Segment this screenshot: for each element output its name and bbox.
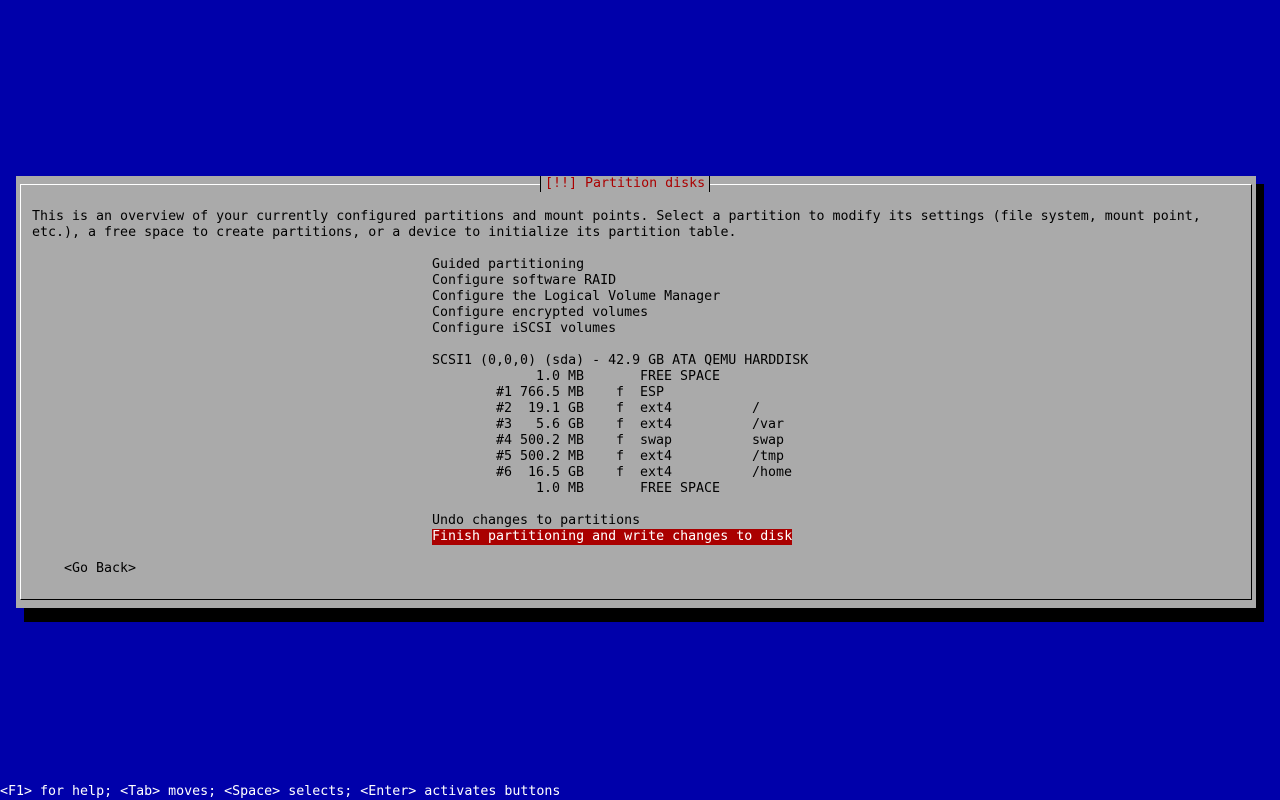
partition-mount-point: swap bbox=[752, 433, 785, 448]
partition-number: #4 bbox=[495, 433, 512, 448]
help-line: <F1> for help; <Tab> moves; <Space> sele… bbox=[0, 784, 561, 799]
menu-item-configure-iscsi[interactable]: Configure iSCSI volumes bbox=[432, 321, 832, 337]
partition-flag: f bbox=[615, 385, 624, 400]
partition-row[interactable]: 1.0 MB FREE SPACE bbox=[432, 369, 832, 385]
partition-filesystem: swap bbox=[640, 433, 673, 448]
partition-filesystem: ext4 bbox=[640, 401, 673, 416]
partition-size: 19.1 GB bbox=[527, 401, 584, 416]
partition-row[interactable]: #5 500.2 MB f ext4/tmp bbox=[432, 449, 832, 465]
partition-mount-point: /home bbox=[752, 465, 793, 480]
partition-flag: f bbox=[615, 465, 624, 480]
partition-mount-point: /var bbox=[752, 417, 785, 432]
partition-size: 766.5 MB bbox=[519, 385, 584, 400]
menu-item-disk-sda[interactable]: SCSI1 (0,0,0) (sda) - 42.9 GB ATA QEMU H… bbox=[432, 353, 832, 369]
partition-filesystem: FREE SPACE bbox=[640, 369, 721, 384]
menu-item-configure-raid[interactable]: Configure software RAID bbox=[432, 273, 832, 289]
partition-size: 5.6 GB bbox=[535, 417, 584, 432]
menu-item-configure-encrypted[interactable]: Configure encrypted volumes bbox=[432, 305, 832, 321]
partition-number: #6 bbox=[495, 465, 512, 480]
partition-row[interactable]: #1 766.5 MB f ESP bbox=[432, 385, 832, 401]
go-back-button[interactable]: <Go Back> bbox=[64, 561, 136, 577]
partition-row[interactable]: #4 500.2 MB f swap swap bbox=[432, 433, 832, 449]
intro-text: This is an overview of your currently co… bbox=[32, 209, 1201, 240]
partition-number: #1 bbox=[495, 385, 512, 400]
menu-item-undo-changes[interactable]: Undo changes to partitions bbox=[432, 513, 832, 529]
partition-row[interactable]: #2 19.1 GB f ext4 / bbox=[432, 401, 832, 417]
menu-spacer bbox=[432, 337, 832, 353]
partition-filesystem: ext4 bbox=[640, 465, 673, 480]
partition-row[interactable]: 1.0 MB FREE SPACE bbox=[432, 481, 832, 497]
partition-filesystem: ext4 bbox=[640, 449, 673, 464]
partition-number: #3 bbox=[495, 417, 512, 432]
partition-filesystem: ESP bbox=[640, 385, 665, 400]
menu-spacer bbox=[432, 497, 832, 513]
partition-mount-point: /tmp bbox=[752, 449, 785, 464]
partition-filesystem: FREE SPACE bbox=[640, 481, 721, 496]
partition-number: #5 bbox=[495, 449, 512, 464]
menu-item-configure-lvm[interactable]: Configure the Logical Volume Manager bbox=[432, 289, 832, 305]
partition-size: 1.0 MB bbox=[535, 369, 584, 384]
dialog-title: [!!] Partition disks bbox=[540, 176, 711, 192]
partition-disks-dialog: [!!] Partition disks This is an overview… bbox=[16, 176, 1256, 608]
partition-size: 500.2 MB bbox=[519, 449, 584, 464]
menu-item-guided-partitioning[interactable]: Guided partitioning bbox=[432, 257, 832, 273]
partition-size: 1.0 MB bbox=[535, 481, 584, 496]
menu-item-finish-partitioning[interactable]: Finish partitioning and write changes to… bbox=[432, 529, 793, 545]
partition-list: 1.0 MB FREE SPACE #1 766.5 MB f ESP #2 19.1 GB f… bbox=[432, 369, 832, 497]
partition-flag: f bbox=[615, 433, 624, 448]
partition-size: 16.5 GB bbox=[527, 465, 584, 480]
partition-menu: Guided partitioning Configure software R… bbox=[432, 257, 832, 545]
partition-row[interactable]: #3 5.6 GB f ext4/var bbox=[432, 417, 832, 433]
partition-size: 500.2 MB bbox=[519, 433, 584, 448]
partition-flag: f bbox=[615, 401, 624, 416]
partition-number: #2 bbox=[495, 401, 512, 416]
partition-flag: f bbox=[615, 417, 624, 432]
partition-row[interactable]: #6 16.5 GB f ext4/home bbox=[432, 465, 832, 481]
partition-mount-point: / bbox=[752, 401, 761, 416]
partition-filesystem: ext4 bbox=[640, 417, 673, 432]
partition-flag: f bbox=[615, 449, 624, 464]
